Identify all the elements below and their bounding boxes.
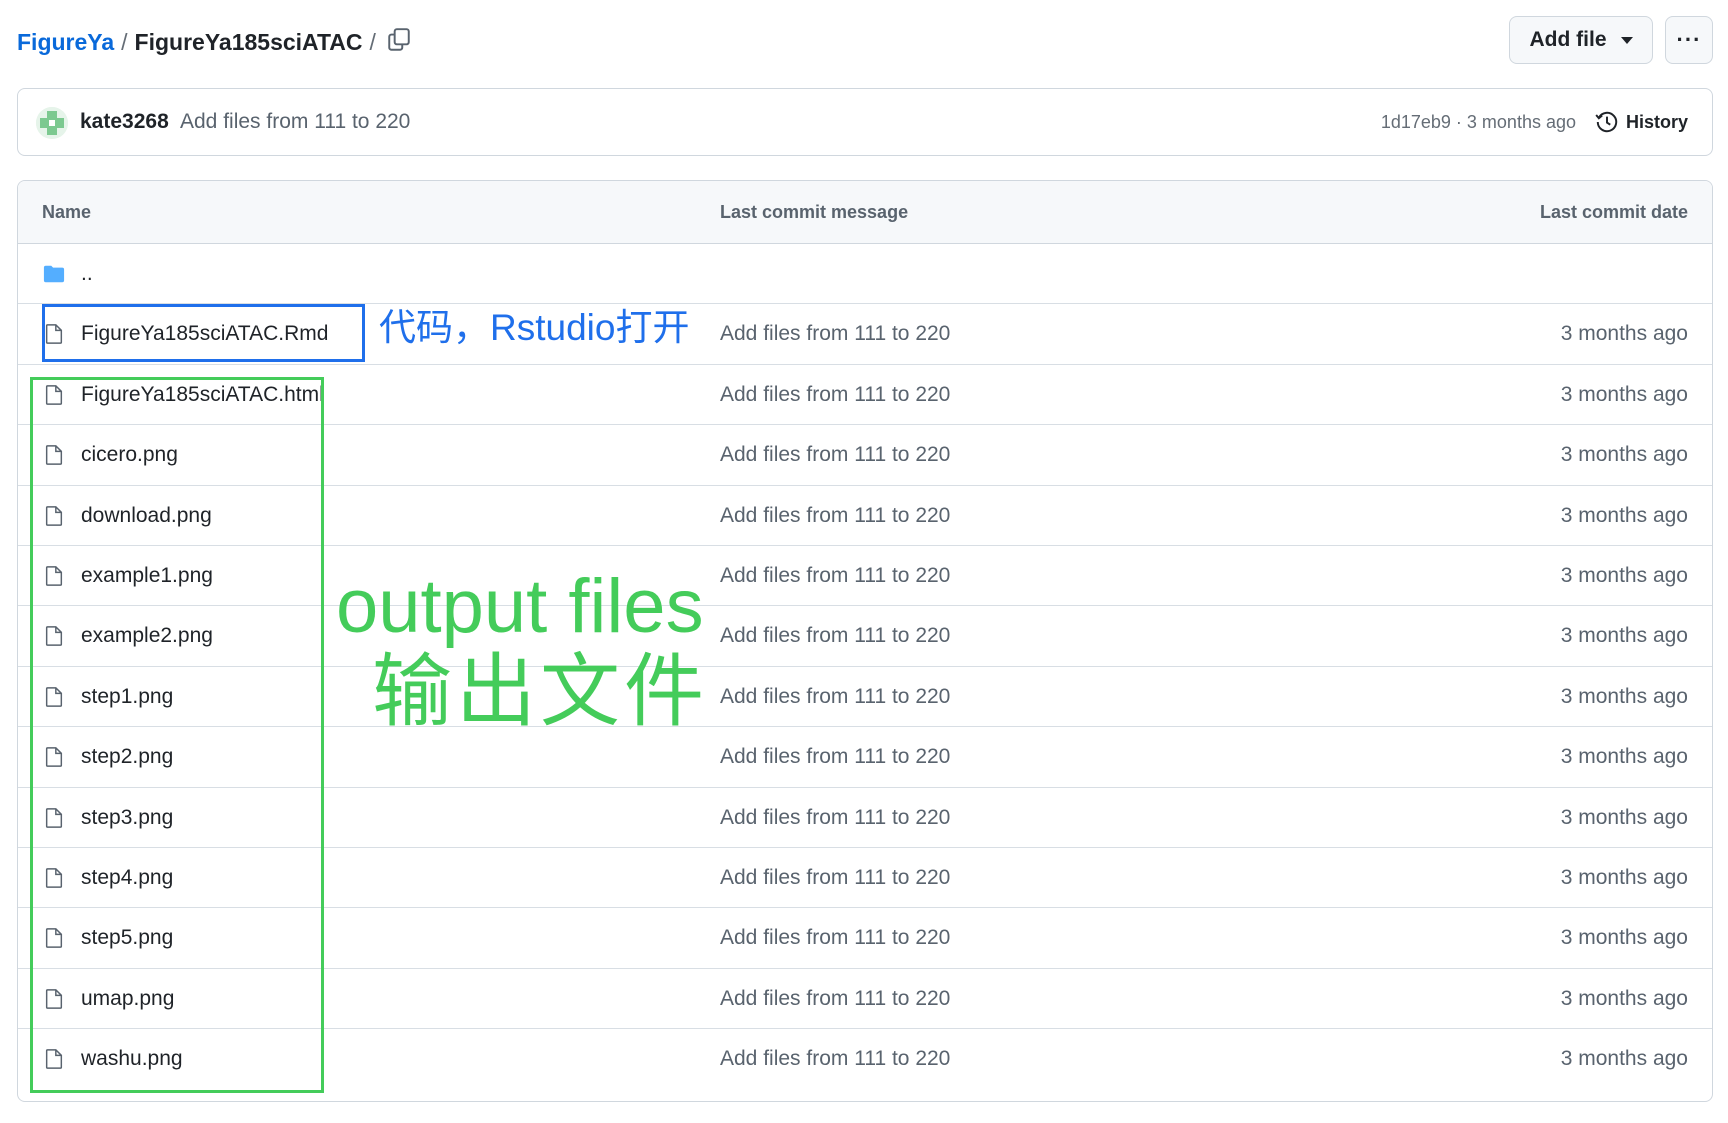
file-commit-message[interactable]: Add files from 111 to 220 xyxy=(720,546,950,606)
annotation-code-note: 代码，Rstudio打开 xyxy=(379,307,690,348)
file-commit-date: 3 months ago xyxy=(1560,624,1688,648)
file-commit-date: 3 months ago xyxy=(1560,805,1688,829)
commit-message[interactable]: Add files from 111 to 220 xyxy=(180,89,410,155)
column-header-date: Last commit date xyxy=(1539,202,1688,222)
more-options-button[interactable]: ··· xyxy=(1665,16,1713,64)
file-commit-message[interactable]: Add files from 111 to 220 xyxy=(720,486,950,546)
parent-directory-row[interactable]: .. xyxy=(18,244,1712,305)
file-commit-message[interactable]: Add files from 111 to 220 xyxy=(720,667,950,727)
file-commit-date: 3 months ago xyxy=(1560,1047,1688,1071)
file-commit-date: 3 months ago xyxy=(1560,563,1688,587)
file-commit-message[interactable]: Add files from 111 to 220 xyxy=(720,1029,950,1089)
breadcrumb-separator: / xyxy=(121,28,128,55)
file-commit-date: 3 months ago xyxy=(1560,503,1688,527)
file-commit-date: 3 months ago xyxy=(1560,745,1688,769)
caret-down-icon xyxy=(1620,36,1633,44)
avatar[interactable] xyxy=(36,107,68,139)
file-commit-date: 3 months ago xyxy=(1560,926,1688,950)
breadcrumb-repo: FigureYa185sciATAC xyxy=(134,28,363,55)
file-commit-message[interactable]: Add files from 111 to 220 xyxy=(720,425,950,485)
file-commit-message[interactable]: Add files from 111 to 220 xyxy=(720,969,950,1029)
column-header-message: Last commit message xyxy=(720,202,909,222)
file-commit-date: 3 months ago xyxy=(1560,986,1688,1010)
breadcrumb-trailing-separator: / xyxy=(369,28,376,55)
history-label: History xyxy=(1625,111,1688,132)
breadcrumb: FigureYa / FigureYa185sciATAC / xyxy=(17,24,383,60)
parent-directory-link[interactable]: .. xyxy=(81,244,93,304)
annotation-code-box xyxy=(42,304,365,362)
add-file-button[interactable]: Add file xyxy=(1509,16,1653,64)
folder-icon xyxy=(43,265,65,283)
kebab-icon: ··· xyxy=(1676,27,1702,52)
file-commit-message[interactable]: Add files from 111 to 220 xyxy=(720,304,950,364)
annotation-output-box xyxy=(30,377,324,1093)
history-link[interactable]: History xyxy=(1594,89,1688,155)
annotation-output-en: output files xyxy=(336,564,704,649)
file-commit-message[interactable]: Add files from 111 to 220 xyxy=(720,727,950,787)
file-commit-message[interactable]: Add files from 111 to 220 xyxy=(720,908,950,968)
table-header: Name Last commit message Last commit dat… xyxy=(18,181,1712,244)
commit-author[interactable]: kate3268 xyxy=(80,89,169,155)
history-icon xyxy=(1595,111,1618,133)
copy-icon xyxy=(388,28,410,51)
file-commit-date: 3 months ago xyxy=(1560,865,1688,889)
latest-commit-bar: kate3268 Add files from 111 to 220 1d17e… xyxy=(17,88,1713,156)
file-commit-message[interactable]: Add files from 111 to 220 xyxy=(720,606,950,666)
file-commit-message[interactable]: Add files from 111 to 220 xyxy=(720,365,950,425)
file-commit-message[interactable]: Add files from 111 to 220 xyxy=(720,788,950,848)
file-commit-message[interactable]: Add files from 111 to 220 xyxy=(720,848,950,908)
annotation-output-cn: 输出文件 xyxy=(372,647,708,736)
breadcrumb-owner-link[interactable]: FigureYa xyxy=(17,29,114,56)
commit-sha-time[interactable]: 1d17eb9 · 3 months ago xyxy=(1381,89,1576,155)
copy-path-button[interactable] xyxy=(384,25,414,55)
file-commit-date: 3 months ago xyxy=(1560,684,1688,708)
file-commit-date: 3 months ago xyxy=(1560,443,1688,467)
add-file-label: Add file xyxy=(1529,28,1607,51)
file-commit-date: 3 months ago xyxy=(1560,382,1688,406)
column-header-name: Name xyxy=(42,202,92,222)
file-commit-date: 3 months ago xyxy=(1560,322,1688,346)
